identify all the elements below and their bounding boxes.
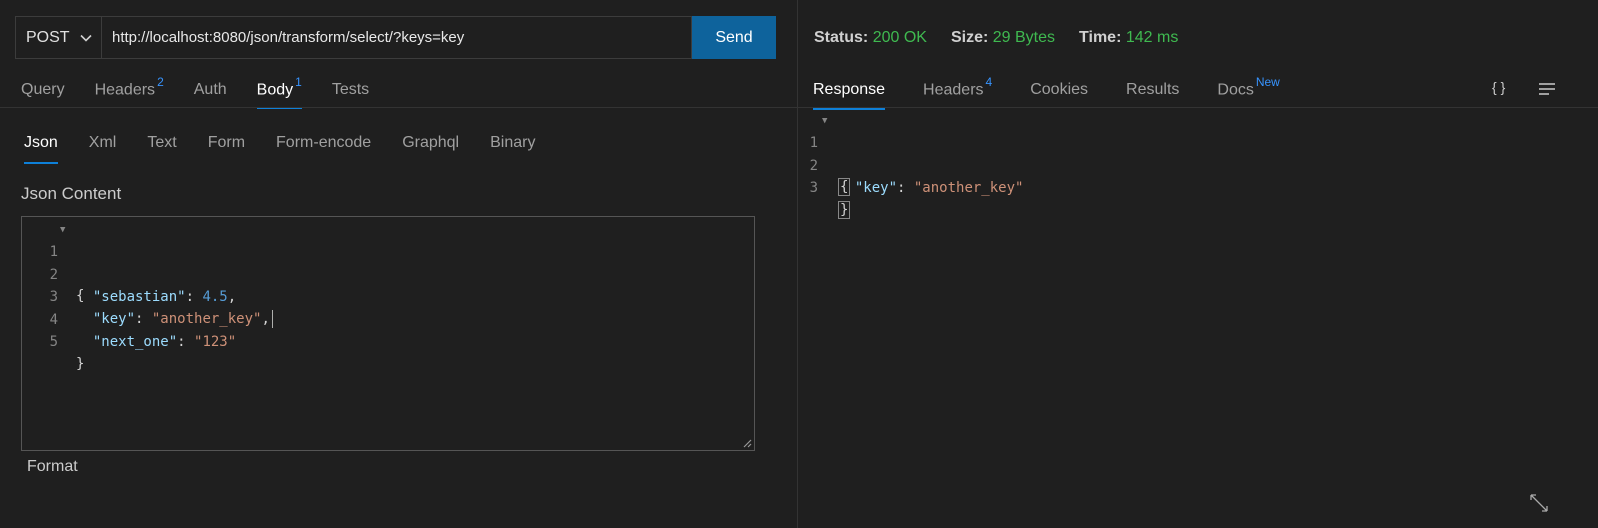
request-pane: POST http://localhost:8080/json/transfor… <box>0 0 797 528</box>
resize-handle-icon[interactable] <box>742 438 752 448</box>
body-type-tabs: Json Xml Text Form Form-encode Graphql B… <box>24 134 566 164</box>
tab-body[interactable]: Body 1 <box>256 75 302 110</box>
tab-auth[interactable]: Auth <box>194 81 227 109</box>
size-label: Size: <box>950 29 989 46</box>
close-brace: } <box>76 356 85 372</box>
request-bar: POST http://localhost:8080/json/transfor… <box>15 16 776 59</box>
braces-icon[interactable]: { } <box>1492 79 1505 95</box>
body-tab-form-encode[interactable]: Form-encode <box>276 134 371 164</box>
fold-arrow-icon[interactable]: ▼ <box>822 110 827 132</box>
line-number: 5 <box>49 334 58 350</box>
fold-arrow-icon[interactable]: ▼ <box>60 219 65 241</box>
code-line: 1 ▼ { <box>22 219 754 304</box>
tab-badge: New <box>1255 75 1280 89</box>
code-line: 4 "next_one": "123" <box>22 287 754 350</box>
body-tab-binary[interactable]: Binary <box>490 134 535 164</box>
expand-icon[interactable] <box>1528 492 1550 514</box>
chevron-down-icon <box>80 34 92 42</box>
code-line: 2 "key": "another_key" <box>798 133 1598 196</box>
tab-label: Results <box>1126 81 1180 99</box>
request-tabs: Query Headers 2 Auth Body 1 Tests <box>21 75 399 110</box>
tab-label: Docs <box>1217 81 1254 99</box>
tab-cookies[interactable]: Cookies <box>1030 81 1088 110</box>
format-button[interactable]: Format <box>27 458 78 476</box>
tab-docs[interactable]: Docs New <box>1217 75 1280 110</box>
tab-label: Headers <box>94 81 156 99</box>
tab-label: Headers <box>923 81 984 99</box>
json-value: "123" <box>194 333 237 350</box>
tab-results[interactable]: Results <box>1126 81 1179 110</box>
body-tab-form[interactable]: Form <box>208 134 245 164</box>
body-tab-graphql[interactable]: Graphql <box>402 134 459 164</box>
tab-headers[interactable]: Headers 2 <box>94 75 164 109</box>
body-tab-json[interactable]: Json <box>24 134 58 164</box>
tabs-divider <box>0 107 797 108</box>
response-body-viewer[interactable]: 1 ▼ { 2 "key": "another_key" 3 } <box>798 110 1598 219</box>
json-content-label: Json Content <box>21 184 122 203</box>
status-label: Status: <box>814 29 869 46</box>
time-value: 142 ms <box>1125 29 1179 46</box>
code-line: 3 } <box>798 155 1598 219</box>
body-tab-text[interactable]: Text <box>147 134 176 164</box>
code-line: 1 ▼ { <box>798 110 1598 196</box>
response-pane: Status: 200 OK Size: 29 Bytes Time: 142 … <box>798 0 1598 528</box>
send-button[interactable]: Send <box>692 16 776 59</box>
response-tabs-divider <box>798 107 1598 108</box>
json-body-editor[interactable]: 1 ▼ { 2 "sebastian": 4.5, 3 "key": "anot… <box>21 216 755 451</box>
close-brace: } <box>838 201 851 219</box>
time-label: Time: <box>1079 29 1122 46</box>
response-tabs: Response Headers 4 Cookies Results Docs Ne… <box>813 75 1318 111</box>
url-input[interactable]: http://localhost:8080/json/transform/sel… <box>101 16 692 59</box>
response-status-bar: Status: 200 OK Size: 29 Bytes Time: 142 … <box>814 29 1202 47</box>
tab-query[interactable]: Query <box>21 81 65 109</box>
url-value: http://localhost:8080/json/transform/sel… <box>112 29 465 46</box>
size-item: Size: 29 Bytes <box>951 29 1055 47</box>
tab-badge: 2 <box>157 75 164 89</box>
body-tab-xml[interactable]: Xml <box>89 134 117 164</box>
method-select[interactable]: POST <box>15 16 101 59</box>
tab-label: Body <box>256 81 294 99</box>
tab-tests[interactable]: Tests <box>332 81 369 109</box>
method-value: POST <box>26 28 70 46</box>
code-line: 2 "sebastian": 4.5, <box>22 242 754 305</box>
time-item: Time: 142 ms <box>1079 29 1178 47</box>
tab-label: Cookies <box>1030 81 1089 99</box>
tab-label: Tests <box>331 81 370 99</box>
tab-response[interactable]: Response <box>813 81 886 111</box>
tab-badge: 4 <box>985 75 993 89</box>
tab-response-headers[interactable]: Headers 4 <box>923 75 993 110</box>
tab-label: Auth <box>193 81 227 99</box>
tab-badge: 1 <box>295 75 302 89</box>
code-line: 3 "key": "another_key", <box>22 264 754 328</box>
tab-label: Query <box>21 81 65 99</box>
json-key: "next_one" <box>92 333 178 350</box>
tab-label: Response <box>813 81 886 99</box>
json-value: "another_key" <box>913 179 1024 196</box>
status-value: 200 OK <box>872 29 927 46</box>
wrap-lines-icon[interactable] <box>1538 82 1556 96</box>
size-value: 29 Bytes <box>992 29 1056 46</box>
status-item: Status: 200 OK <box>814 29 927 47</box>
line-number: 3 <box>809 180 818 196</box>
code-line: 5 } <box>22 309 754 372</box>
json-key: "key" <box>854 179 898 196</box>
